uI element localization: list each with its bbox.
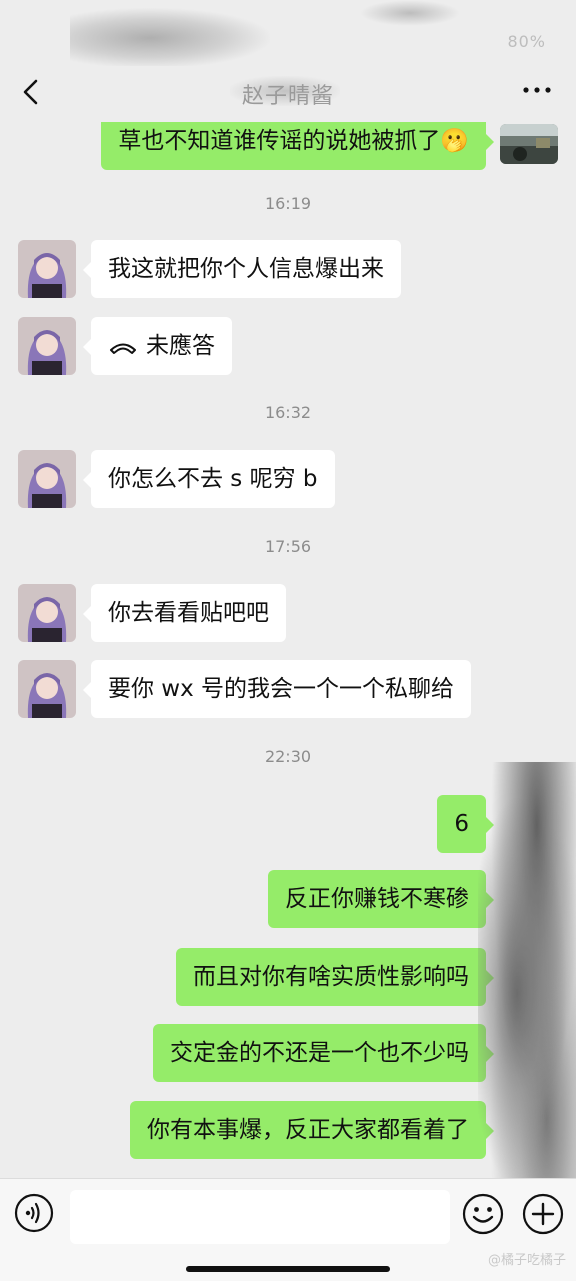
blur-redaction [478,762,576,1178]
avatar-image [18,317,76,375]
outgoing-message[interactable]: 草也不知道谁传谣的说她被抓了🫢 [101,122,494,170]
contact-avatar[interactable] [18,317,76,375]
phone-declined-icon [110,343,136,354]
chat-header: 赵子晴酱 [0,66,576,122]
blur-redaction [360,0,460,26]
incoming-message[interactable]: 你去看看贴吧吧 [83,584,286,642]
avatar-image [18,450,76,508]
timestamp: 17:56 [264,537,312,556]
chat-message-list[interactable]: 草也不知道谁传谣的说她被抓了🫢 16:19 我这就把你个人信息爆出来 未應答 1… [0,122,576,1178]
blur-redaction [70,8,270,68]
contact-avatar[interactable] [18,240,76,298]
battery-level: 80% [507,32,546,51]
my-avatar[interactable] [500,124,558,164]
voice-input-icon[interactable] [14,1193,54,1233]
chat-title: 赵子晴酱 [241,84,334,109]
avatar-image [18,240,76,298]
more-options-icon[interactable] [520,80,554,100]
timestamp: 16:32 [264,403,312,422]
outgoing-message[interactable]: 而且对你有啥实质性影响吗 [176,948,494,1006]
outgoing-message[interactable]: 反正你赚钱不寒碜 [268,870,494,928]
contact-avatar[interactable] [18,450,76,508]
contact-avatar[interactable] [18,584,76,642]
status-bar: 80% [0,0,576,68]
avatar-image [18,660,76,718]
avatar-image [18,584,76,642]
incoming-message[interactable]: 要你 wx 号的我会一个一个私聊给 [82,660,472,718]
watermark: @橘子吃橘子 [487,1253,566,1268]
outgoing-message[interactable]: 交定金的不还是一个也不少吗 [153,1024,494,1082]
emoji-icon[interactable] [462,1193,504,1235]
call-declined-message[interactable]: 未應答 [83,317,232,375]
home-indicator [186,1266,390,1272]
outgoing-message[interactable]: 你有本事爆，反正大家都看着了 [130,1101,494,1159]
add-attachment-icon[interactable] [522,1193,564,1235]
avatar-image [500,124,558,164]
incoming-message[interactable]: 我这就把你个人信息爆出来 [83,240,401,298]
contact-avatar[interactable] [18,660,76,718]
timestamp: 16:19 [264,194,312,213]
incoming-message[interactable]: 你怎么不去 s 呢穷 b [83,450,335,508]
message-text-input[interactable] [70,1190,450,1244]
